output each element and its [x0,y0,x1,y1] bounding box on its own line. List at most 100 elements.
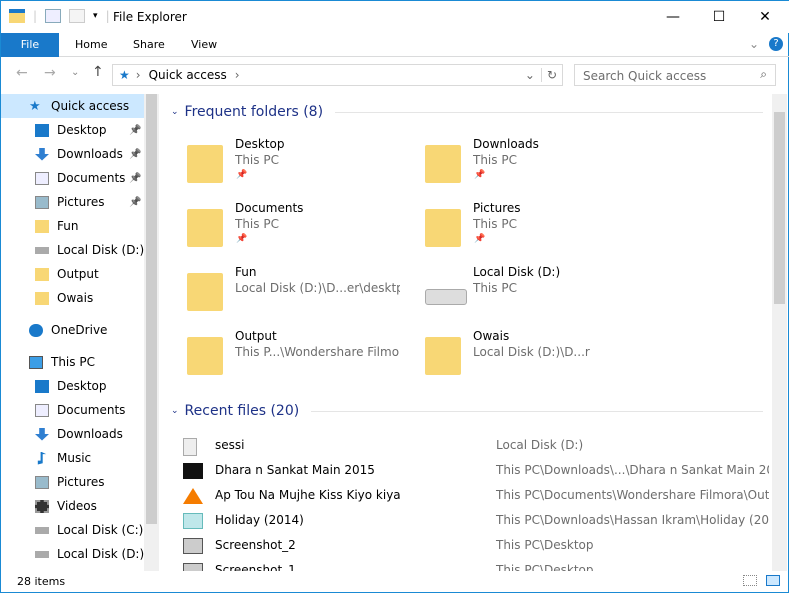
content-scrollbar[interactable] [772,94,787,571]
sidebar-item-local-disk-c[interactable]: Local Disk (C:) [1,518,159,542]
search-placeholder: Search Quick access [583,69,707,83]
address-bar[interactable]: ★ › Quick access › ⌄ ↻ [112,64,563,86]
sidebar-item-onedrive[interactable]: OneDrive [1,318,159,342]
status-item-count: 28 items [17,575,66,588]
file-location: Local Disk (D:) [496,438,584,452]
file-name: Dhara n Sankat Main 2015 [215,463,375,477]
recent-file-row[interactable]: Ap Tou Na Mujhe Kiss Kiyo kiya This PC\D… [181,484,769,509]
sidebar-item-output[interactable]: Output [1,262,159,286]
pin-icon[interactable]: 📌 [474,170,485,180]
help-icon[interactable]: ? [769,37,783,51]
properties-icon[interactable] [45,9,62,23]
sidebar-item-desktop[interactable]: Desktop [1,374,159,398]
large-icons-view-icon[interactable] [766,575,780,586]
folder-icon [35,267,49,281]
frequent-folder-tile[interactable]: Fun Local Disk (D:)\D...er\desktp [169,265,400,325]
sidebar-item-pictures[interactable]: Pictures [1,470,159,494]
download-icon [35,147,49,161]
breadcrumb-separator[interactable]: › [235,68,240,82]
recent-file-row[interactable]: Screenshot_2 This PC\Desktop [181,534,769,559]
sidebar-item-pictures[interactable]: Pictures 📌 [1,190,159,214]
refresh-button[interactable]: ↻ [540,68,562,82]
sidebar-item-fun[interactable]: Fun [1,214,159,238]
frequent-folder-tile[interactable]: Pictures This PC 📌 [407,201,627,261]
file-name: sessi [215,438,245,452]
pin-icon[interactable]: 📌 [236,234,247,244]
pin-icon[interactable]: 📌 [474,234,485,244]
tab-view[interactable]: View [177,33,231,57]
navigation-scrollbar[interactable] [144,94,159,571]
tab-share[interactable]: Share [119,33,179,57]
tile-location: This PC [473,153,517,167]
sidebar-item-label: Documents [57,171,126,185]
pin-icon[interactable]: 📌 [129,125,141,136]
desktop-icon [35,123,49,137]
pin-icon[interactable]: 📌 [129,197,141,208]
sidebar-item-documents[interactable]: Documents [1,398,159,422]
sidebar-item-local-disk-d[interactable]: Local Disk (D:) [1,238,159,262]
recent-file-row[interactable]: Screenshot_1 This PC\Desktop [181,559,769,571]
breadcrumb-quick-access[interactable]: Quick access [149,68,227,82]
expand-ribbon-icon[interactable]: ⌄ [749,37,759,51]
back-button[interactable]: ← [16,65,28,81]
pictures-icon [35,475,49,489]
tab-file[interactable]: File [1,33,59,57]
documents-icon [35,403,49,417]
recent-file-row[interactable]: sessi Local Disk (D:) [181,434,769,459]
sidebar-item-desktop[interactable]: Desktop 📌 [1,118,159,142]
frequent-folders-header[interactable]: ⌄ Frequent folders (8) [171,104,763,120]
frequent-folder-tile[interactable]: Owais Local Disk (D:)\D...r [407,329,627,389]
file-location: This PC\Downloads\...\Dhara n Sankat Mai… [496,463,769,477]
pin-icon[interactable]: 📌 [129,149,141,160]
frequent-folder-tile[interactable]: Local Disk (D:) This PC [407,265,627,325]
sidebar-item-label: Music [57,451,92,465]
file-icon [183,438,197,456]
sidebar-item-this-pc[interactable]: This PC [1,350,159,374]
forward-button[interactable]: → [44,65,56,81]
sidebar-item-owais[interactable]: Owais [1,286,159,310]
recent-files-header[interactable]: ⌄ Recent files (20) [171,403,763,419]
tile-location: This PC [235,217,279,231]
drive-icon [35,526,49,534]
search-input[interactable]: Search Quick access ⌕ [574,64,776,86]
sidebar-item-label: Documents [57,403,126,417]
frequent-folder-tile[interactable]: Desktop This PC 📌 [169,137,389,197]
new-folder-icon[interactable] [69,9,86,23]
sidebar-item-documents[interactable]: Documents 📌 [1,166,159,190]
tile-name: Downloads [473,137,539,151]
close-button[interactable]: ✕ [742,1,788,33]
customize-toolbar-icon[interactable]: ▾ [93,11,98,21]
sidebar-item-music[interactable]: Music [1,446,159,470]
recent-file-row[interactable]: Dhara n Sankat Main 2015 This PC\Downloa… [181,459,769,484]
pictures-icon [35,195,49,209]
up-button[interactable]: ↑ [92,64,104,80]
details-view-icon[interactable] [743,575,757,586]
minimize-button[interactable]: — [650,1,696,33]
frequent-folder-tile[interactable]: Output This P...\Wondershare Filmora [169,329,400,389]
sidebar-item-downloads[interactable]: Downloads 📌 [1,142,159,166]
file-icon [183,463,203,479]
sidebar-item-quick-access[interactable]: ★ Quick access [1,94,159,118]
search-icon: ⌕ [760,67,767,81]
tab-home[interactable]: Home [61,33,121,57]
file-icon [183,538,203,554]
sidebar-item-local-disk-d[interactable]: Local Disk (D:) [1,542,159,566]
address-dropdown-icon[interactable]: ⌄ [519,68,541,82]
recent-file-row[interactable]: Holiday (2014) This PC\Downloads\Hassan … [181,509,769,534]
pin-icon[interactable]: 📌 [129,173,141,184]
sidebar-item-videos[interactable]: Videos [1,494,159,518]
tile-name: Output [235,329,277,343]
drive-icon [35,246,49,254]
star-icon: ★ [119,68,130,82]
folder-icon [425,337,461,375]
recent-locations-button[interactable]: ⌄ [71,67,79,78]
pin-icon[interactable]: 📌 [236,170,247,180]
tile-location: This PC [473,217,517,231]
frequent-folder-tile[interactable]: Documents This PC 📌 [169,201,389,261]
maximize-button[interactable]: ☐ [696,1,742,33]
tile-location: This P...\Wondershare Filmora [235,345,400,359]
sidebar-item-downloads[interactable]: Downloads [1,422,159,446]
drive-icon [35,550,49,558]
desktop-icon [35,379,49,393]
frequent-folder-tile[interactable]: Downloads This PC 📌 [407,137,627,197]
